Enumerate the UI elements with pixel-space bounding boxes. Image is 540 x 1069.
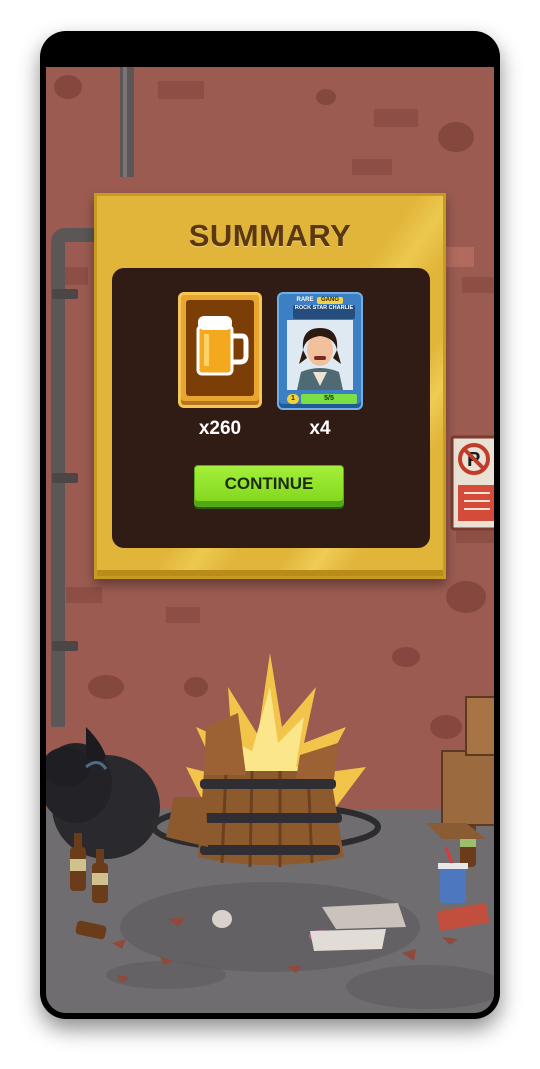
character-count: 5/5 <box>301 394 357 404</box>
beer-quantity: x260 <box>198 418 242 439</box>
no-parking-sign: P <box>450 435 494 531</box>
device-frame: P <box>40 31 500 1019</box>
rarity-label: RARE <box>296 297 314 303</box>
beer-mug-icon <box>196 316 249 376</box>
gang-badge: GANG <box>317 297 343 304</box>
beer-reward-card <box>178 292 262 408</box>
character-name: ROCK STAR CHARLIE <box>293 305 355 319</box>
continue-button[interactable]: CONTINUE <box>194 465 344 507</box>
panel-title: SUMMARY <box>188 218 352 253</box>
game-screen: P <box>46 67 494 1013</box>
character-level: 1 <box>287 394 299 404</box>
character-portrait <box>287 320 353 390</box>
character-quantity: x4 <box>309 418 331 439</box>
character-reward-card: RARE GANG ROCK STAR CHARLIE 1 5/5 <box>277 292 363 410</box>
summary-panel: SUMMARY x260 RARE GANG ROCK STAR CHARLIE… <box>94 193 446 579</box>
rewards-area: x260 RARE GANG ROCK STAR CHARLIE 1 5/5 x… <box>112 268 430 548</box>
